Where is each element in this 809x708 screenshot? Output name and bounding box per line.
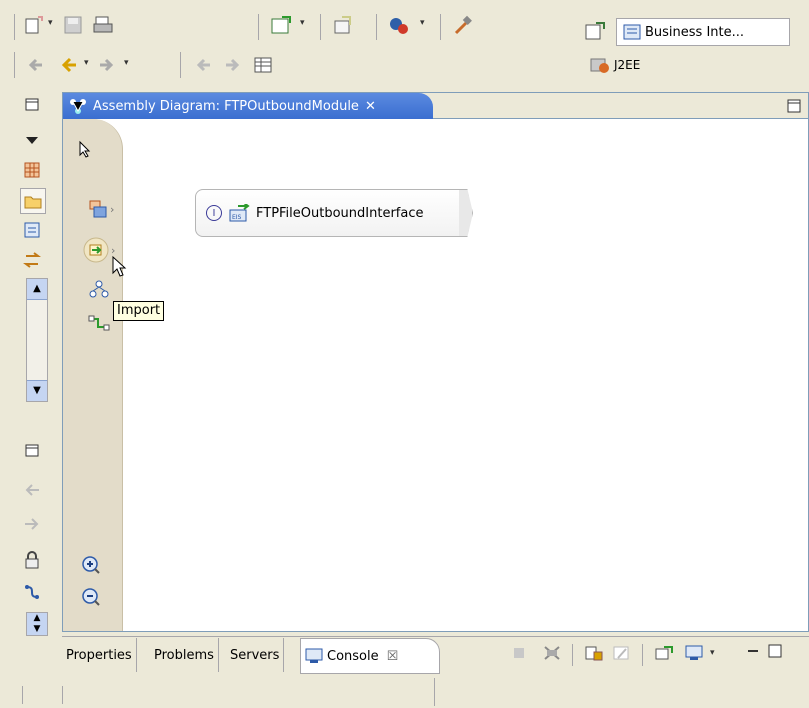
interface-marker-icon[interactable]: I <box>206 205 222 221</box>
folder-icon[interactable] <box>20 188 46 214</box>
tooltip-text: Import <box>117 303 161 318</box>
scroll-lock-icon[interactable] <box>582 642 606 664</box>
restore-2-icon[interactable] <box>20 438 44 462</box>
trim-back-icon[interactable] <box>20 478 44 502</box>
select-tool-icon[interactable] <box>71 135 99 163</box>
left-trim-top: ▲ ▼ <box>16 92 52 422</box>
navigator-icon[interactable] <box>20 248 44 272</box>
hammer-icon[interactable] <box>450 12 476 38</box>
trim-scroll-2[interactable]: ▲ ▼ <box>26 612 48 636</box>
back-dropdown-icon[interactable]: ▾ <box>84 58 89 68</box>
trim-scrollbar[interactable]: ▲ ▼ <box>26 278 48 402</box>
tab-properties-label: Properties <box>66 647 132 663</box>
tab-properties[interactable]: Properties <box>62 638 137 672</box>
tooltip: Import <box>113 301 165 321</box>
forward-icon[interactable] <box>94 52 120 78</box>
perspective-business-integration[interactable]: Business Inte... <box>616 18 790 46</box>
tab-problems[interactable]: Problems <box>150 638 219 672</box>
eis-import-icon: EIS <box>229 204 250 222</box>
tab-problems-label: Problems <box>154 647 214 663</box>
assembly-diagram-icon <box>70 99 86 114</box>
display-console-icon[interactable] <box>682 642 706 664</box>
component-tool-icon[interactable]: › <box>85 197 121 221</box>
tab-console[interactable]: Console ☒ <box>300 638 440 674</box>
editor-tab[interactable]: Assembly Diagram: FTPOutboundModule ✕ <box>63 93 433 119</box>
table-icon[interactable] <box>250 52 276 78</box>
status-bar <box>0 678 809 708</box>
back-icon[interactable] <box>22 52 48 78</box>
editor-tab-title: Assembly Diagram: FTPOutboundModule <box>93 98 359 114</box>
wire-tool-icon[interactable] <box>85 311 113 335</box>
run-dropdown-icon[interactable]: ▾ <box>420 18 425 28</box>
svg-text:EIS: EIS <box>232 214 242 221</box>
save-icon[interactable] <box>60 12 86 38</box>
perspective-j2ee-label: J2EE <box>614 58 641 72</box>
maximize-icon[interactable] <box>785 97 803 115</box>
palette: › › <box>63 119 127 631</box>
back-nav-icon[interactable] <box>56 52 82 78</box>
minimize-view-icon[interactable] <box>744 642 762 660</box>
remove-launch-icon[interactable] <box>540 642 564 664</box>
terminate-icon[interactable] <box>508 642 530 664</box>
tab-console-label: Console <box>327 648 379 664</box>
console-close-icon[interactable]: ☒ <box>387 649 399 664</box>
lock-icon[interactable] <box>20 548 44 572</box>
grid-icon[interactable] <box>20 158 44 182</box>
left-trim-bottom: ▲ ▼ <box>16 432 52 672</box>
perspective-business-integration-label: Business Inte... <box>645 24 745 40</box>
maximize-view-icon[interactable] <box>766 642 784 660</box>
open-type-dropdown-icon[interactable]: ▾ <box>300 18 305 28</box>
j2ee-icon <box>590 58 609 73</box>
run-icon[interactable] <box>386 12 412 38</box>
svg-text:›: › <box>110 203 114 216</box>
connection-icon[interactable] <box>20 580 44 604</box>
open-type-icon[interactable] <box>268 12 294 38</box>
print-icon[interactable] <box>90 12 116 38</box>
scroll-up-icon[interactable]: ▲ <box>27 279 47 300</box>
trim-forward-icon[interactable] <box>20 512 44 536</box>
view-menu-icon[interactable] <box>20 128 44 152</box>
tab-servers-label: Servers <box>230 647 280 663</box>
history-icon[interactable] <box>220 52 246 78</box>
pin-console-icon[interactable] <box>652 642 676 664</box>
editor-tab-close-icon[interactable]: ✕ <box>365 99 376 114</box>
import-component[interactable]: I EIS FTPFileOutboundInterface <box>195 189 469 237</box>
scroll-down-icon[interactable]: ▼ <box>27 380 47 401</box>
zoom-out-icon[interactable] <box>79 585 103 609</box>
editor-tab-strip: Assembly Diagram: FTPOutboundModule ✕ <box>63 93 808 119</box>
editor-area: Assembly Diagram: FTPOutboundModule ✕ › … <box>62 92 809 632</box>
component-label: FTPFileOutboundInterface <box>256 205 424 221</box>
restore-icon[interactable] <box>20 92 44 116</box>
console-icon <box>305 648 323 663</box>
zoom-in-icon[interactable] <box>79 553 103 577</box>
export-icon[interactable] <box>330 12 356 38</box>
clear-console-icon[interactable] <box>610 642 634 664</box>
display-console-dropdown-icon[interactable]: ▾ <box>710 648 715 658</box>
forward-dropdown-icon[interactable]: ▾ <box>124 58 129 68</box>
perspective-j2ee[interactable]: J2EE <box>584 52 646 78</box>
tab-servers[interactable]: Servers <box>226 638 285 672</box>
open-perspective-icon[interactable] <box>582 18 608 44</box>
component-reference-handle[interactable] <box>459 189 473 237</box>
navigate-icon[interactable] <box>190 52 216 78</box>
outline-icon[interactable] <box>20 218 44 242</box>
business-integration-icon <box>623 24 641 40</box>
export-tool-icon[interactable] <box>85 277 113 301</box>
new-dropdown-icon[interactable]: ▾ <box>48 18 53 28</box>
new-wizard-icon[interactable] <box>22 12 46 38</box>
